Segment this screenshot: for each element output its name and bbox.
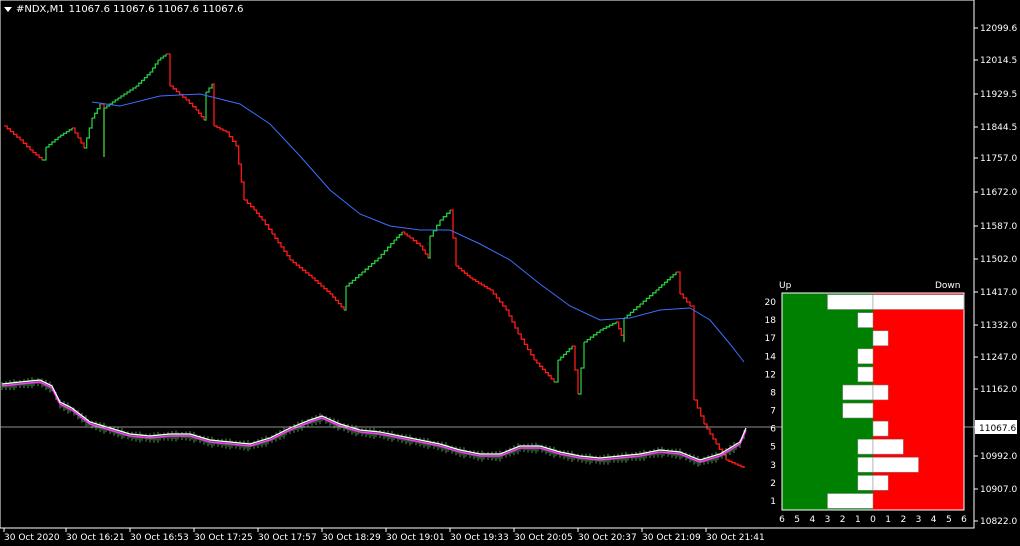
panel-up-bar	[842, 402, 874, 419]
panel-x-tick-label: 5	[946, 515, 952, 525]
price-tick-label: 11672.0	[980, 188, 1017, 198]
oscillator-line	[1, 381, 747, 463]
panel-up-bar	[857, 439, 874, 455]
panel-level-label: 12	[765, 370, 776, 380]
price-tick-label: 11247.0	[980, 353, 1017, 363]
time-tick-label: 30 Oct 16:53	[130, 533, 189, 543]
price-tick-label: 11502.0	[980, 255, 1017, 265]
time-tick-label: 30 Oct 20:37	[578, 533, 637, 543]
panel-down-bar	[872, 420, 889, 437]
price-tick-label: 10907.0	[980, 485, 1017, 495]
panel-down-bar	[872, 384, 889, 401]
panel-level-label: 20	[765, 298, 777, 308]
panel-x-tick-label: 0	[870, 515, 876, 525]
price-tick-label: 10822.0	[980, 517, 1017, 527]
time-tick-label: 30 Oct 19:33	[450, 533, 509, 543]
oscillator-series	[1, 377, 747, 467]
panel-x-tick-label: 5	[794, 515, 800, 525]
panel-up-bar	[857, 366, 874, 383]
panel-up-bar	[857, 475, 874, 491]
time-tick-label: 30 Oct 21:41	[706, 533, 765, 543]
panel-x-tick-label: 3	[825, 515, 831, 525]
oscillator-histogram	[1, 377, 745, 467]
panel-down-bar	[872, 330, 889, 346]
price-tick-label: 11587.0	[980, 222, 1017, 232]
price-tick-label: 11929.5	[980, 90, 1017, 100]
panel-level-label: 14	[765, 352, 777, 362]
panel-level-label: 5	[770, 443, 776, 453]
panel-x-tick-label: 6	[779, 515, 785, 525]
panel-up-bar	[827, 294, 874, 310]
panel-level-label: 6	[770, 425, 776, 435]
time-tick-label: 30 Oct 17:57	[258, 533, 317, 543]
panel-down-bar	[872, 475, 889, 491]
panel-x-tick-label: 1	[885, 515, 891, 525]
panel-x-tick-label: 6	[961, 515, 967, 525]
panel-level-label: 18	[765, 316, 777, 326]
panel-down-bar	[872, 294, 965, 310]
panel-x-tick-label: 4	[809, 515, 815, 525]
panel-up-bar	[827, 493, 874, 509]
time-tick-label: 30 Oct 20:05	[514, 533, 573, 543]
chart-window[interactable]: #NDX,M1 11067.6 11067.6 11067.6 11067.6 …	[0, 0, 1020, 546]
price-tick-label: 11844.5	[980, 123, 1017, 133]
price-tick-label: 11417.0	[980, 288, 1017, 298]
panel-up-bar	[842, 384, 874, 401]
panel-level-label: 1	[770, 497, 776, 507]
time-tick-label: 30 Oct 18:29	[322, 533, 381, 543]
panel-level-label: 8	[770, 388, 776, 398]
time-tick-label: 30 Oct 21:09	[642, 533, 701, 543]
panel-x-tick-label: 2	[900, 515, 906, 525]
up-down-panel: Up Down201817141287653216 5 4 3 2 1 0 1 2 3 4 5 6	[765, 281, 968, 525]
panel-x-tick-label: 3	[916, 515, 922, 525]
panel-x-tick-label: 1	[855, 515, 861, 525]
panel-level-label: 7	[770, 407, 776, 417]
chart-canvas[interactable]: 12099.612014.511929.511844.511757.011672…	[0, 0, 1020, 546]
panel-up-bar	[857, 312, 874, 328]
current-price-label: 11067.6	[979, 424, 1016, 434]
panel-up-label: Up	[779, 281, 792, 291]
price-series	[4, 53, 745, 468]
panel-x-tick-label: 2	[840, 515, 846, 525]
panel-level-label: 17	[765, 334, 776, 344]
price-tick-label: 11757.0	[980, 154, 1017, 164]
price-tick-label: 10992.0	[980, 452, 1017, 462]
panel-down-label: Down	[935, 281, 961, 291]
panel-up-bar	[857, 348, 874, 364]
price-tick-label: 12099.6	[980, 24, 1017, 34]
panel-down-bar	[872, 439, 904, 455]
price-down-segments	[4, 53, 745, 468]
price-up-segments	[42, 54, 677, 395]
moving-average-line	[91, 93, 745, 363]
panel-x-tick-label: 4	[931, 515, 937, 525]
oscillator-signal-line	[1, 379, 747, 461]
panel-down-bar	[872, 457, 919, 473]
time-tick-label: 30 Oct 19:01	[386, 533, 445, 543]
price-tick-label: 12014.5	[980, 56, 1017, 66]
panel-level-label: 3	[770, 461, 776, 471]
price-tick-label: 11332.0	[980, 321, 1017, 331]
panel-level-label: 2	[770, 479, 776, 489]
panel-up-bar	[857, 457, 874, 473]
time-tick-label: 30 Oct 17:25	[194, 533, 253, 543]
price-tick-label: 11162.0	[980, 385, 1017, 395]
time-tick-label: 30 Oct 16:21	[66, 533, 125, 543]
time-tick-label: 30 Oct 2020	[4, 533, 60, 543]
